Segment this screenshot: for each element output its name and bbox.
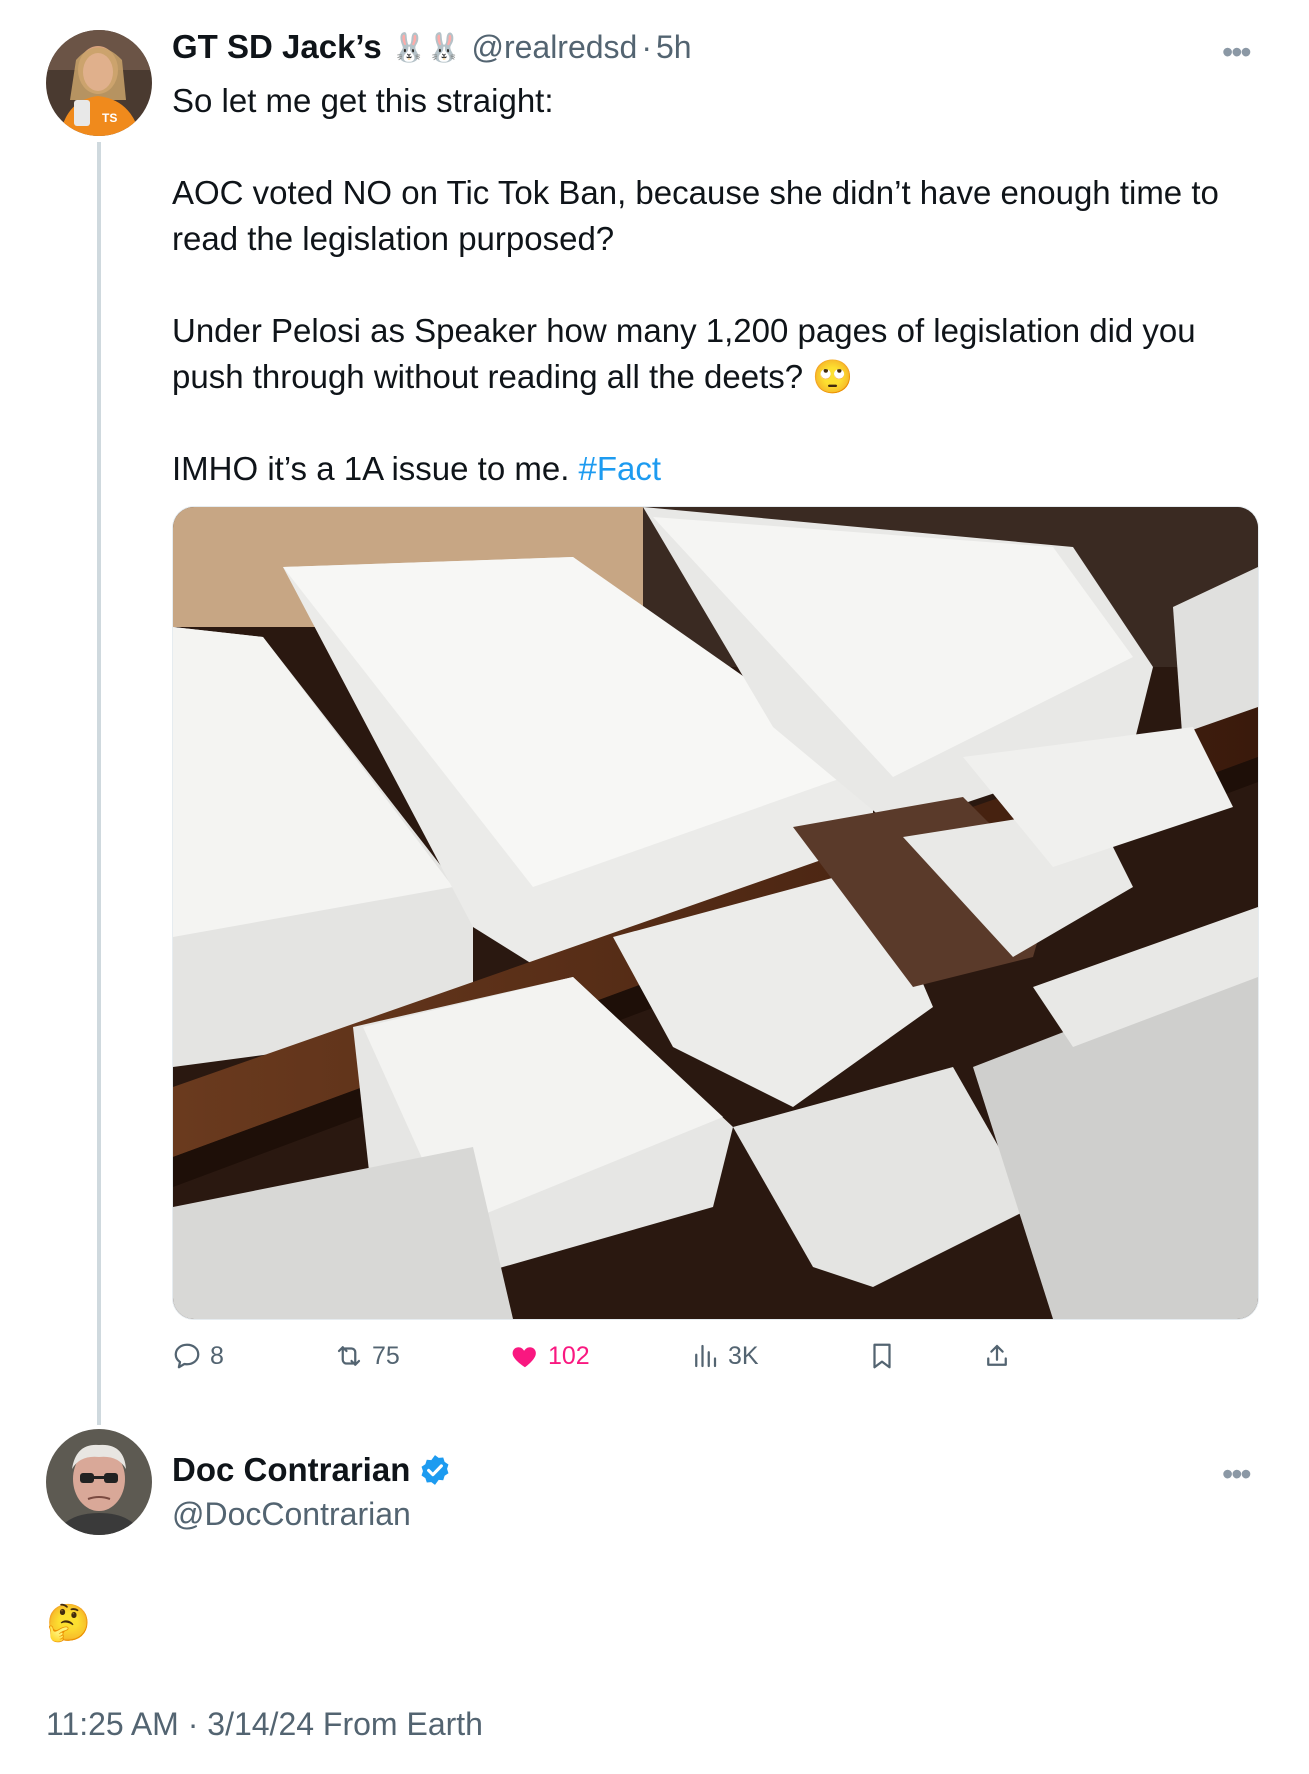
tweet-action-bar: 8 75 102 3K [172, 1333, 1257, 1379]
repost-count: 75 [372, 1341, 400, 1370]
reply-text: 🤔 [46, 1602, 91, 1643]
views-icon [695, 1344, 717, 1368]
tweet-line-2: AOC voted NO on Tic Tok Ban, because she… [172, 174, 1219, 257]
like-icon [512, 1347, 536, 1368]
avatar-doc-contrarian[interactable] [46, 1429, 152, 1535]
avatar-gt-sd-jacks[interactable]: TS [46, 30, 152, 136]
bookmark-button[interactable] [867, 1333, 905, 1379]
tweet-line-1: So let me get this straight: [172, 82, 554, 119]
thread-connector-line [97, 142, 101, 1425]
reply-icon [174, 1343, 200, 1369]
repost-icon [337, 1346, 361, 1366]
verified-badge-icon[interactable] [418, 1453, 452, 1487]
share-icon [987, 1344, 1007, 1366]
svg-text:TS: TS [102, 111, 117, 125]
views-button[interactable]: 3K [690, 1333, 759, 1379]
author-name[interactable]: GT SD Jack’s [172, 28, 382, 66]
views-count: 3K [728, 1341, 759, 1370]
hashtag-link[interactable]: #Fact [579, 450, 662, 487]
more-icon[interactable]: ••• [1222, 36, 1252, 68]
author-handle[interactable]: @realredsd [471, 29, 637, 66]
like-button[interactable]: 102 [510, 1333, 590, 1379]
reply-count: 8 [210, 1341, 224, 1370]
tweet-line-4: IMHO it’s a 1A issue to me. #Fact [172, 446, 1262, 492]
repost-button[interactable]: 75 [334, 1333, 400, 1379]
tweet-header: GT SD Jack’s 🐰🐰 @realredsd · 5h [172, 24, 692, 70]
tweet-line-4-text: IMHO it’s a 1A issue to me. [172, 450, 579, 487]
tweet-time[interactable]: 5h [656, 29, 692, 66]
share-button[interactable] [982, 1333, 1020, 1379]
reply-button[interactable]: 8 [172, 1333, 224, 1379]
author-name-emoji: 🐰🐰 [391, 31, 462, 63]
reply-author-name[interactable]: Doc Contrarian [172, 1451, 410, 1489]
legislation-stacks-photo [173, 507, 1258, 1319]
tweet-body: So let me get this straight: AOC voted N… [172, 78, 1262, 492]
reply-timestamp[interactable]: 11:25 AM · 3/14/24 From Earth [46, 1702, 483, 1746]
tweet-line-3: Under Pelosi as Speaker how many 1,200 p… [172, 312, 1196, 395]
header-separator: · [641, 28, 652, 65]
reply-more-icon[interactable]: ••• [1222, 1458, 1252, 1490]
bookmark-icon [873, 1343, 891, 1369]
reply-author-handle[interactable]: @DocContrarian [172, 1492, 411, 1536]
reply-author-row: Doc Contrarian [172, 1448, 452, 1492]
tweet-image[interactable] [172, 506, 1259, 1320]
like-count: 102 [548, 1341, 590, 1370]
